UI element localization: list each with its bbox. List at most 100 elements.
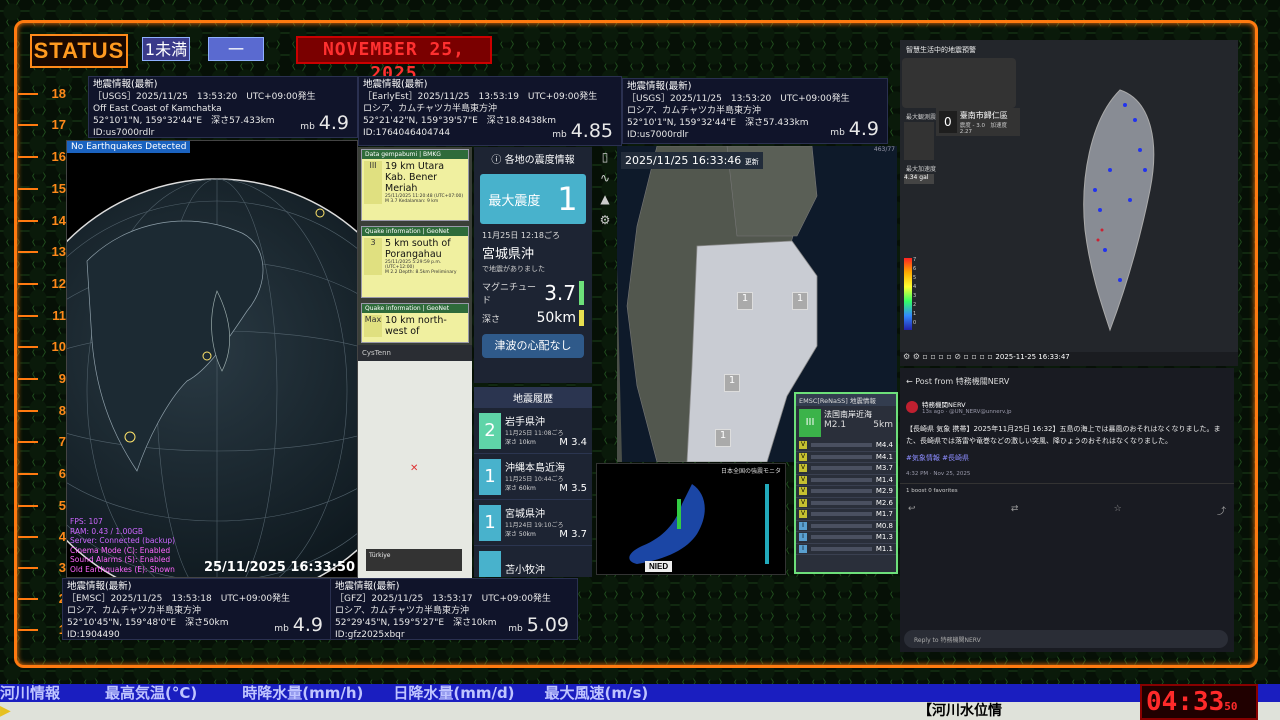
ruler-tick xyxy=(18,536,38,538)
nied-svg xyxy=(629,484,769,564)
share-icon[interactable]: ⤴ xyxy=(1217,504,1226,517)
emsc-row-intensity: V xyxy=(799,441,807,450)
bmkg-column: Data gempabumi | BMKG III 19 km Utara Kab.… xyxy=(358,147,472,345)
emsc-row[interactable]: I M1.1 xyxy=(796,544,896,555)
emsc-row-intensity: V xyxy=(799,475,807,484)
history-time: 11月25日 11:08ごろ xyxy=(505,430,564,437)
quake-card[interactable]: Quake information | GeoNet Max 10 km north… xyxy=(361,303,469,343)
quake-place: 10 km north-west of xyxy=(385,315,447,337)
ruler-tick xyxy=(18,378,38,380)
info-toggle-icon[interactable]: ▯ xyxy=(595,147,615,168)
eq-magnitude: mb 4.85 xyxy=(552,122,613,141)
boost-icon[interactable]: ⇄ xyxy=(1011,504,1019,517)
history-intensity xyxy=(479,550,501,577)
ruler-label: 13 xyxy=(51,244,66,259)
gear-icon[interactable]: ⚙ xyxy=(595,210,615,231)
jp-intensity-panel: ⓘ 各地の震度情報 最大震度 1 11月25日 12:18ごろ 宮城県沖 で地震… xyxy=(474,147,592,383)
ruler-tick xyxy=(18,251,38,253)
stat-line: Server: Connected (backup) xyxy=(70,536,176,545)
history-item[interactable]: 2 岩手県沖 11月25日 11:08ごろ 深さ 10km M 3.4 xyxy=(474,408,592,454)
nied-logo: NIED xyxy=(645,561,673,572)
history-intensity: 1 xyxy=(479,504,501,541)
ruler-tick xyxy=(18,315,38,317)
quake-info: 5 km south of Porangahau 25/11/2025 5:29:… xyxy=(385,238,466,275)
nied-monitor[interactable]: 日本全国の強震モニタ NIED xyxy=(596,463,786,575)
reply-icon[interactable]: ↩ xyxy=(908,504,916,517)
eq-card[interactable]: 地震情報(最新) ［USGS］2025/11/25 13:53:20 UTC+09… xyxy=(622,78,888,144)
globe-view[interactable]: No Earthquakes Detected 25/11/2025 16:33… xyxy=(66,140,358,578)
emsc-row[interactable]: V M1.7 xyxy=(796,509,896,521)
history-item[interactable]: 1 宮城県沖 11月24日 19:10ごろ 深さ 50km M 3.7 xyxy=(474,500,592,546)
settings-icon[interactable]: ⚙ ⚙ ▫ ▫ ▫ ▫ ⊘ ▫ ▫ ▫ ▫ xyxy=(903,352,995,361)
history-depth: 深さ 50km xyxy=(505,531,536,538)
phone-caption: Türkiye xyxy=(366,549,462,571)
eq-card[interactable]: 地震情報(最新) ［EMSC］2025/11/25 13:53:18 UTC+09… xyxy=(62,578,332,640)
emsc-row-mag: M3.7 xyxy=(875,464,893,473)
history-row: 深さ 50km M 3.7 xyxy=(505,529,587,540)
station-marker: 1 xyxy=(737,292,753,310)
history-item[interactable]: 1 沖縄本島近海 11月25日 10:44ごろ 深さ 60km M 3.5 xyxy=(474,454,592,500)
emsc-row[interactable]: V M3.7 xyxy=(796,463,896,475)
eq-line2: Off East Coast of Kamchatka xyxy=(93,104,222,114)
post-nav-text: Post from 特務機關NERV xyxy=(915,377,1010,386)
quake-card-head: Quake information | GeoNet xyxy=(362,227,468,236)
warning-icon[interactable]: ▲ xyxy=(595,189,615,210)
post-author[interactable]: 特務機関NERV 13s ago · @UN_NERV@unnerv.jp xyxy=(900,395,1234,419)
reply-box[interactable]: Reply to 特務機関NERV xyxy=(904,630,1228,648)
mag-unit: mb xyxy=(274,624,289,634)
phone-map[interactable]: CysTenn ✕ Türkiye xyxy=(358,345,472,578)
emsc-depth: 5km xyxy=(873,420,893,430)
emsc-row[interactable]: V M1.4 xyxy=(796,475,896,486)
ruler-label: 11 xyxy=(52,308,66,323)
quake-mag: M 3.7 Kedalaman: 9 km xyxy=(385,199,439,204)
eq-magnitude: mb 4.9 xyxy=(300,114,349,133)
emsc-row-bar xyxy=(811,454,872,459)
scale-label: 6 xyxy=(913,266,917,272)
quake-card-head: Quake information | GeoNet xyxy=(362,304,468,313)
emsc-row-bar xyxy=(811,523,872,528)
star-icon[interactable]: ☆ xyxy=(1114,504,1122,517)
ruler-tick xyxy=(18,441,38,443)
history-item[interactable]: 苫小牧沖 xyxy=(474,546,592,577)
nied-title: 日本全国の強震モニタ xyxy=(720,468,781,475)
ruler-label: 17 xyxy=(51,117,66,132)
taiwan-left-label2: 最大加速度 xyxy=(906,166,937,173)
emsc-row[interactable]: V M2.6 xyxy=(796,498,896,509)
taiwan-left-box xyxy=(904,122,934,160)
emsc-row[interactable]: I M0.8 xyxy=(796,521,896,532)
eq-card[interactable]: 地震情報(最新) ［EarlyEst］2025/11/25 13:53:19 UT… xyxy=(358,76,622,146)
eq-card[interactable]: 地震情報(最新) ［USGS］2025/11/25 13:53:20 UTC+09… xyxy=(88,76,358,138)
taiwan-city-box: 0 臺南市歸仁區 震度 - 3.0 加速度 2.27 xyxy=(936,108,1020,136)
emsc-row-bar xyxy=(811,535,872,540)
history-info: 苫小牧沖 xyxy=(505,561,587,576)
mag-value: 4.9 xyxy=(292,614,323,636)
quake-detail: 25/11/2025 5:29:59 p.m. (UTC+12:00) xyxy=(385,260,442,270)
map-corner: 463/77 xyxy=(873,146,895,153)
history-row: 深さ 60km M 3.5 xyxy=(505,483,587,494)
history-info: 沖縄本島近海 11月25日 10:44ごろ 深さ 60km M 3.5 xyxy=(505,459,587,494)
quake-card[interactable]: Data gempabumi | BMKG III 19 km Utara Kab.… xyxy=(361,149,469,221)
emsc-row[interactable]: V M4.4 xyxy=(796,440,896,452)
taiwan-timestamp: 2025-11-25 16:33:47 xyxy=(995,353,1070,361)
quake-card[interactable]: Quake information | GeoNet 3 5 km south of… xyxy=(361,226,469,298)
history-time: 11月25日 10:44ごろ xyxy=(505,476,564,483)
mag-value: 4.85 xyxy=(570,120,613,142)
jp-time: 11月25日 12:18ごろ xyxy=(482,231,560,240)
eq-title: 地震情報(最新) xyxy=(93,79,158,90)
ruler-label: 4 xyxy=(58,529,66,544)
quake-card-body: 35 km south of Porangahau 25/11/2025 5:29… xyxy=(362,236,468,277)
post-tags[interactable]: #気象情報 #長崎県 xyxy=(900,451,1234,465)
emsc-row-intensity: V xyxy=(799,452,807,461)
emsc-row[interactable]: V M4.1 xyxy=(796,452,896,463)
post-nav[interactable]: ← Post from 特務機關NERV xyxy=(900,368,1234,395)
ruler-tick xyxy=(18,629,38,631)
ruler-tick xyxy=(18,505,38,507)
emsc-row-intensity: I xyxy=(799,521,807,530)
date-display: NOVEMBER 25, 2025 xyxy=(296,36,492,84)
eq-line2: ロシア、カムチャツカ半島東方沖 xyxy=(67,606,202,616)
eq-card[interactable]: 地震情報(最新) ［GFZ］2025/11/25 13:53:17 UTC+09:… xyxy=(330,578,578,640)
back-arrow-icon[interactable]: ← xyxy=(906,377,913,386)
emsc-row[interactable]: V M2.9 xyxy=(796,486,896,498)
emsc-row[interactable]: I M1.3 xyxy=(796,532,896,544)
wave-icon[interactable]: ∿ xyxy=(595,168,615,189)
